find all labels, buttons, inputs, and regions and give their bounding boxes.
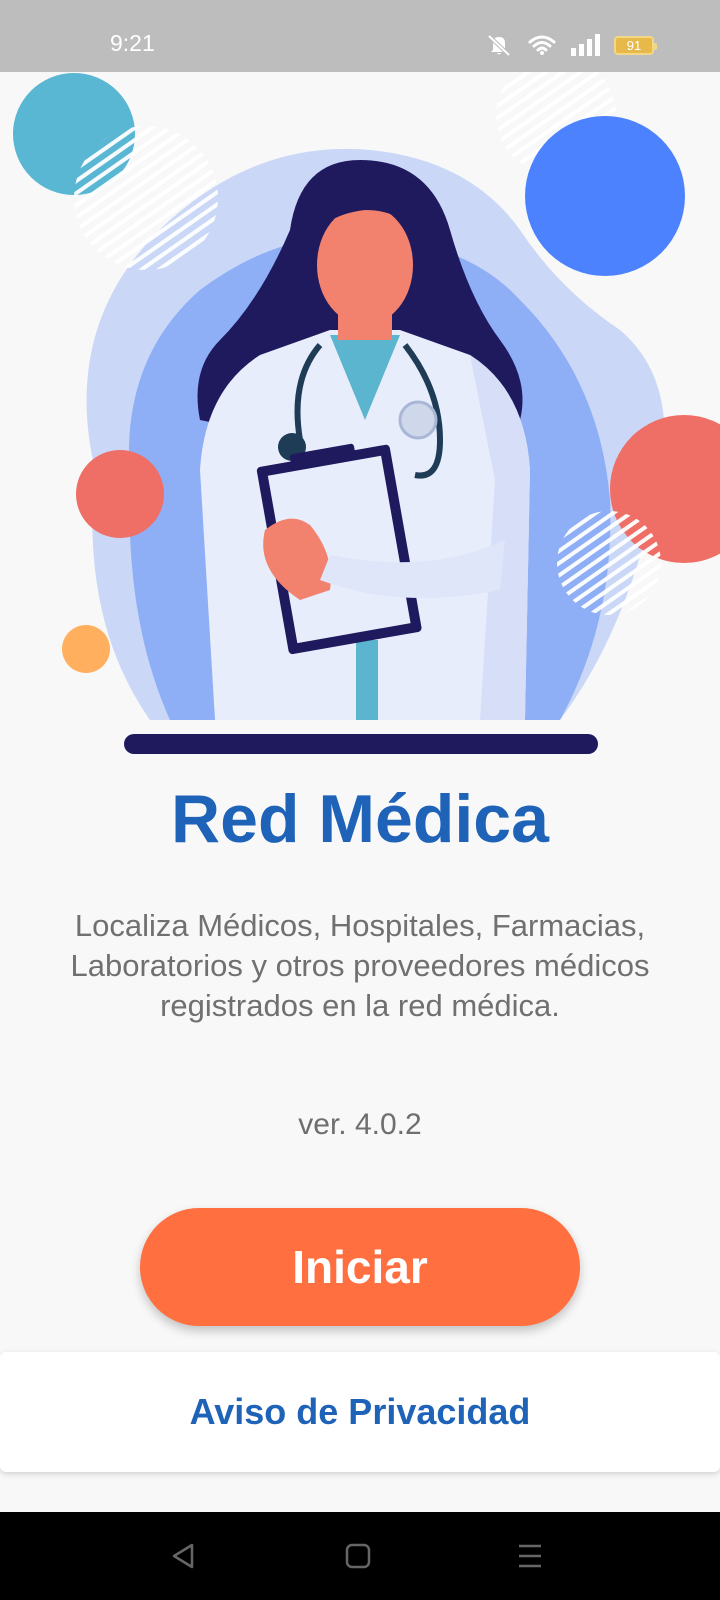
floor-line	[124, 734, 598, 754]
status-bar: 9:21 91	[0, 0, 720, 72]
circle-striped-right	[557, 511, 661, 615]
battery-level: 91	[626, 37, 642, 53]
wifi-icon	[528, 35, 556, 55]
app-title: Red Médica	[171, 781, 549, 857]
menu-icon[interactable]	[516, 1542, 544, 1570]
mute-icon	[487, 34, 511, 57]
circle-blue	[525, 116, 685, 276]
privacy-notice-link[interactable]: Aviso de Privacidad	[0, 1352, 720, 1472]
battery-icon: 91	[614, 35, 657, 55]
face	[317, 205, 413, 325]
status-icons: 91	[484, 32, 657, 58]
system-nav-bar	[0, 1512, 720, 1600]
status-time: 9:21	[110, 30, 155, 56]
back-icon[interactable]	[170, 1542, 196, 1570]
circle-striped-top-left	[74, 126, 218, 270]
start-button[interactable]: Iniciar	[140, 1208, 580, 1326]
app-description: Localiza Médicos, Hospitales, Farmacias,…	[70, 908, 650, 1023]
app-version: ver. 4.0.2	[298, 1108, 422, 1141]
signal-icon	[571, 34, 600, 56]
circle-red-left	[76, 450, 164, 538]
circle-orange	[62, 625, 110, 673]
home-icon[interactable]	[344, 1542, 372, 1570]
doctor-illustration	[13, 72, 720, 754]
